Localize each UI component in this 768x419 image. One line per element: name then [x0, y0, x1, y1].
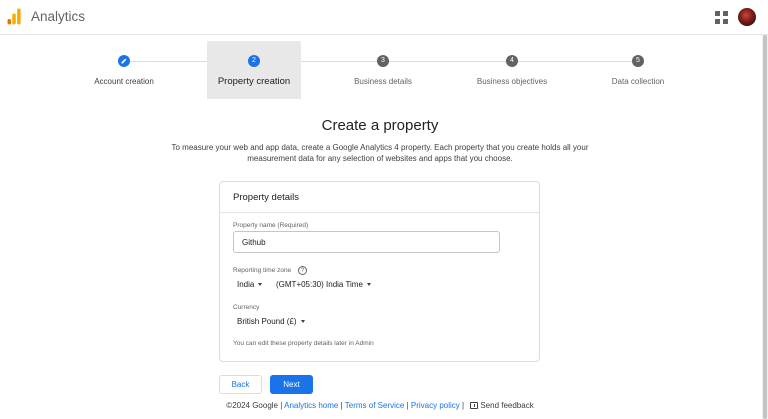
vertical-scrollbar[interactable]: [762, 35, 768, 419]
send-feedback-button[interactable]: Send feedback: [466, 401, 534, 410]
help-circle-icon[interactable]: ?: [298, 266, 307, 275]
admin-note: You can edit these property details late…: [233, 340, 374, 347]
back-button[interactable]: Back: [219, 375, 262, 394]
step-account-creation[interactable]: Account creation: [60, 41, 188, 99]
setup-stepper: Account creation 2 Property creation 3 B…: [60, 41, 700, 101]
step-number: 3: [377, 55, 389, 67]
currency-value: British Pound (£): [237, 317, 297, 326]
country-select[interactable]: India: [237, 280, 263, 289]
step-business-objectives[interactable]: 4 Business objectives: [448, 41, 576, 99]
scrollbar-thumb[interactable]: [763, 35, 767, 419]
timezone-label: Reporting time zone: [233, 267, 292, 274]
step-number: 4: [506, 55, 518, 67]
page-description: To measure your web and app data, create…: [171, 143, 589, 163]
step-label: Data collection: [611, 77, 665, 86]
send-feedback-label: Send feedback: [480, 401, 534, 410]
property-details-card: Property details Property name (Required…: [219, 181, 540, 362]
terms-of-service-link[interactable]: Terms of Service: [345, 401, 405, 410]
card-title: Property details: [233, 192, 300, 203]
card-divider: [220, 212, 539, 213]
footer: ©2024 Google | Analytics home | Terms of…: [0, 401, 760, 410]
step-label: Account creation: [94, 77, 154, 86]
analytics-home-link[interactable]: Analytics home: [284, 401, 338, 410]
top-app-bar: Analytics: [0, 0, 768, 35]
property-name-label: Property name (Required): [233, 222, 309, 229]
chevron-down-icon: [258, 283, 263, 287]
step-data-collection[interactable]: 5 Data collection: [574, 41, 702, 99]
currency-select[interactable]: British Pound (£): [237, 317, 305, 326]
footer-separator: |: [406, 401, 409, 410]
analytics-bars-icon[interactable]: [7, 8, 21, 25]
step-number: 2: [248, 55, 260, 67]
country-value: India: [237, 280, 255, 289]
footer-separator: |: [340, 401, 343, 410]
property-name-input[interactable]: [233, 231, 500, 253]
step-number: 5: [632, 55, 644, 67]
chevron-down-icon: [366, 283, 371, 287]
footer-separator: |: [462, 401, 465, 410]
apps-grid-icon[interactable]: [715, 11, 728, 24]
timezone-select[interactable]: (GMT+05:30) India Time: [276, 280, 371, 289]
pencil-icon: [118, 55, 130, 67]
step-property-creation[interactable]: 2 Property creation: [207, 41, 301, 99]
step-business-details[interactable]: 3 Business details: [319, 41, 447, 99]
copyright-text: ©2024 Google: [226, 401, 279, 410]
feedback-icon: [470, 402, 479, 409]
step-label: Property creation: [217, 76, 291, 87]
page-title: Create a property: [321, 117, 439, 134]
app-title: Analytics: [31, 9, 86, 24]
step-label: Business objectives: [476, 77, 548, 86]
footer-separator: |: [280, 401, 283, 410]
next-button[interactable]: Next: [270, 375, 313, 394]
privacy-policy-link[interactable]: Privacy policy: [411, 401, 460, 410]
timezone-value: (GMT+05:30) India Time: [276, 280, 363, 289]
step-label: Business details: [354, 77, 412, 86]
account-avatar[interactable]: [738, 8, 756, 26]
currency-label: Currency: [233, 304, 260, 311]
chevron-down-icon: [300, 320, 305, 324]
